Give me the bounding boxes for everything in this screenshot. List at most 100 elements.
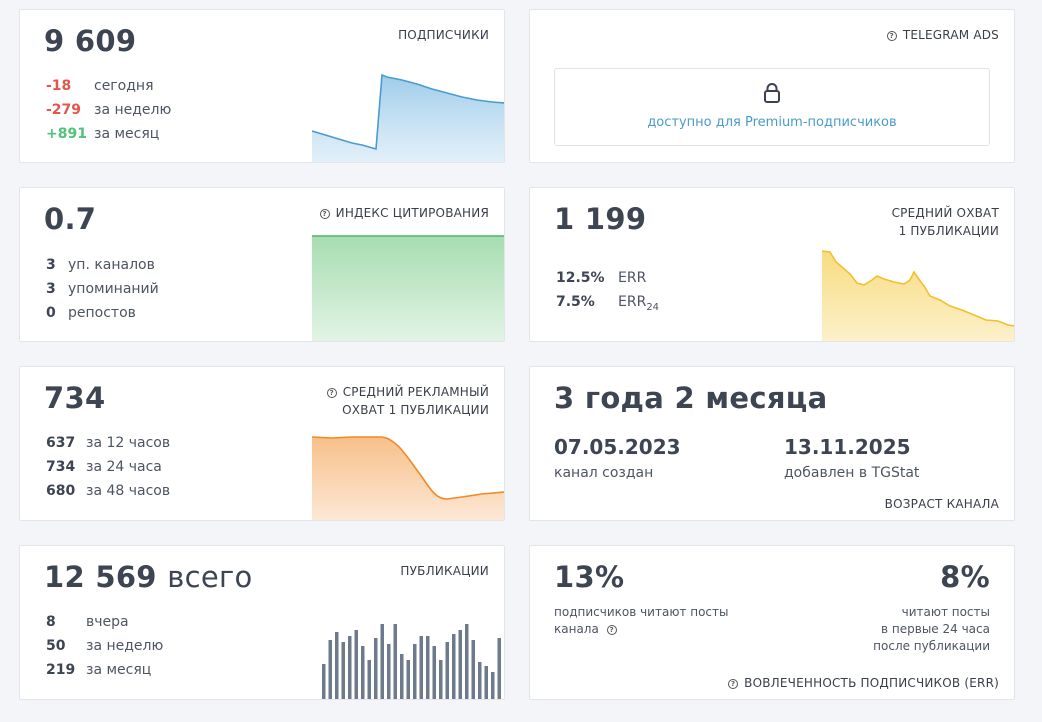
- bar: [348, 636, 352, 699]
- engagement-right-desc: читают посты в первые 24 часа после публ…: [873, 604, 990, 655]
- stat-value: 734: [46, 459, 76, 475]
- bar: [335, 632, 339, 699]
- bar: [380, 624, 384, 699]
- bar: [491, 672, 495, 699]
- stat-value: -18: [46, 78, 72, 94]
- stat-label: сегодня: [94, 78, 154, 94]
- bar: [452, 634, 456, 699]
- subscribers-card[interactable]: 9 609 ПОДПИСЧИКИ -18 сегодня -279 за недел…: [19, 9, 505, 163]
- bar: [374, 638, 378, 699]
- engagement-left-value: 13%: [554, 560, 625, 594]
- stat-row: 637 за 12 часов: [46, 431, 170, 455]
- bar: [471, 640, 475, 699]
- stat-label: за месяц: [86, 662, 152, 678]
- stat-row: -18 сегодня: [46, 74, 171, 98]
- title-line: 1 ПУБЛИКАЦИИ: [898, 224, 999, 238]
- stat-row: 734 за 24 часа: [46, 455, 170, 479]
- premium-link[interactable]: доступно для Premium-подписчиков: [555, 115, 989, 130]
- created-date: 07.05.2023: [554, 435, 681, 459]
- created-label: канал создан: [554, 465, 654, 481]
- subscribers-count: 9 609: [44, 24, 137, 58]
- publications-card[interactable]: 12 569 всего ПУБЛИКАЦИИ 8 вчера 50 за неде…: [19, 545, 505, 700]
- bar: [361, 646, 365, 699]
- help-icon[interactable]: ?: [728, 679, 739, 689]
- subscribers-title: ПОДПИСЧИКИ: [398, 28, 489, 42]
- citation-title: ИНДЕКС ЦИТИРОВАНИЯ: [335, 206, 489, 220]
- title-line: ОХВАТ 1 ПУБЛИКАЦИИ: [342, 403, 489, 417]
- help-icon[interactable]: ?: [606, 625, 617, 635]
- stat-row: 680 за 48 часов: [46, 479, 170, 503]
- bar: [406, 660, 410, 699]
- desc-line: канала ?: [554, 621, 728, 638]
- average-reach-title: СРЕДНИЙ ОХВАТ 1 ПУБЛИКАЦИИ: [892, 204, 999, 240]
- engagement-header: ? ВОВЛЕЧЕННОСТЬ ПОДПИСЧИКОВ (ERR): [728, 674, 999, 692]
- stat-label: за месяц: [94, 126, 160, 142]
- stat-row: 3 уп. каналов: [46, 253, 159, 277]
- bar: [458, 630, 462, 699]
- stat-row: -279 за неделю: [46, 98, 171, 122]
- bar: [328, 640, 332, 699]
- lock-icon: [764, 83, 780, 103]
- bar: [413, 644, 417, 699]
- engagement-card: 13% 8% подписчиков читают посты канала ?…: [529, 545, 1015, 700]
- ad-reach-value: 734: [44, 381, 106, 415]
- publications-total: 12 569 всего: [44, 560, 253, 594]
- added-label: добавлен в TGStat: [784, 465, 920, 481]
- stat-label: упоминаний: [68, 281, 159, 297]
- telegram-ads-card: ? TELEGRAM ADS доступно для Premium-подпи…: [529, 9, 1015, 163]
- bar: [439, 660, 443, 699]
- bar: [504, 676, 505, 700]
- citation-index-value: 0.7: [44, 202, 97, 236]
- stat-value: 50: [46, 638, 66, 654]
- average-reach-value: 1 199: [554, 202, 647, 236]
- stat-label: за неделю: [94, 102, 172, 118]
- stat-row: +891 за месяц: [46, 122, 171, 146]
- added-date: 13.11.2025: [784, 435, 911, 459]
- average-reach-card[interactable]: 1 199 СРЕДНИЙ ОХВАТ 1 ПУБЛИКАЦИИ 12.5% ER…: [529, 187, 1015, 342]
- citation-index-card[interactable]: 0.7 ? ИНДЕКС ЦИТИРОВАНИЯ 3 уп. каналов 3 уп…: [19, 187, 505, 342]
- publications-title: ПУБЛИКАЦИИ: [400, 564, 489, 578]
- desc-line: читают посты: [901, 605, 990, 619]
- stat-row: 7.5% ERR24: [556, 290, 659, 314]
- stat-row: 3 упоминаний: [46, 277, 159, 301]
- stat-row: 219 за месяц: [46, 658, 163, 682]
- stat-label: за неделю: [86, 638, 164, 654]
- stat-label: ERR: [618, 270, 647, 286]
- stat-sub: 24: [646, 301, 660, 313]
- bar: [445, 642, 449, 699]
- stat-value: 219: [46, 662, 76, 678]
- citation-stats: 3 уп. каналов 3 упоминаний 0 репостов: [46, 253, 159, 325]
- bar: [484, 666, 488, 699]
- subscribers-sparkline[interactable]: [312, 70, 505, 163]
- citation-sparkline[interactable]: [312, 234, 505, 342]
- engagement-title: ВОВЛЕЧЕННОСТЬ ПОДПИСЧИКОВ (ERR): [744, 676, 999, 690]
- stat-value: 3: [46, 257, 56, 273]
- bar: [465, 624, 469, 699]
- stat-value: 637: [46, 435, 76, 451]
- total-suffix: всего: [167, 560, 253, 594]
- channel-age-card: 3 года 2 месяца 07.05.2023 канал создан …: [529, 366, 1015, 521]
- ad-reach-stats: 637 за 12 часов 734 за 24 часа 680 за 48 ча…: [46, 431, 170, 503]
- bar: [400, 654, 404, 699]
- publications-bar-chart[interactable]: [320, 620, 505, 700]
- help-icon[interactable]: ?: [326, 388, 337, 398]
- ad-reach-sparkline[interactable]: [312, 427, 505, 521]
- stat-value: 3: [46, 281, 56, 297]
- desc-line: после публикации: [873, 639, 990, 653]
- title-line: ? СРЕДНИЙ РЕКЛАМНЫЙ: [326, 383, 489, 401]
- engagement-left-desc: подписчиков читают посты канала ?: [554, 604, 728, 638]
- ad-reach-card[interactable]: 734 ? СРЕДНИЙ РЕКЛАМНЫЙ ОХВАТ 1 ПУБЛИКАЦИ…: [19, 366, 505, 521]
- stat-label: ERR: [618, 294, 647, 310]
- help-icon[interactable]: ?: [319, 209, 330, 219]
- stat-value: 12.5%: [556, 270, 605, 286]
- stat-row: 12.5% ERR: [556, 266, 659, 290]
- bar: [393, 624, 397, 699]
- stat-value: -279: [46, 102, 82, 118]
- bar: [432, 646, 436, 699]
- bar: [341, 642, 345, 699]
- average-reach-sparkline[interactable]: [822, 248, 1015, 342]
- title-text: СРЕДНИЙ РЕКЛАМНЫЙ: [342, 385, 489, 399]
- help-icon[interactable]: ?: [886, 31, 897, 41]
- bar: [497, 638, 501, 699]
- premium-lock-box[interactable]: доступно для Premium-подписчиков: [554, 68, 990, 146]
